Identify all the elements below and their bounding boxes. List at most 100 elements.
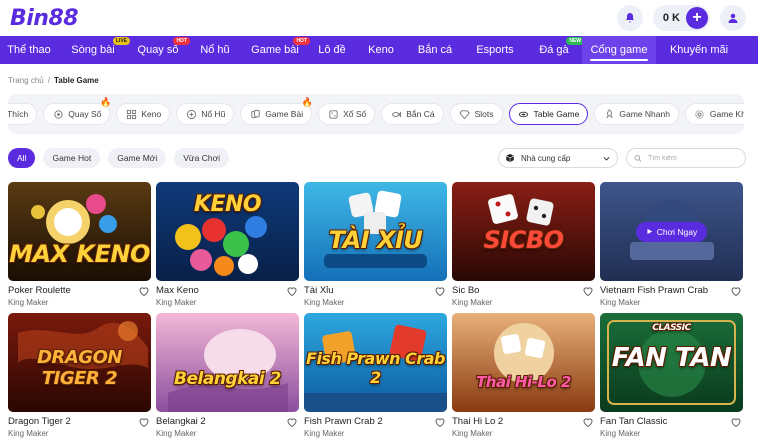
category-label: Xổ Số	[343, 109, 367, 119]
game-name: Dragon Tiger 2	[8, 416, 71, 427]
favorite-heart-icon[interactable]	[286, 415, 298, 428]
game-thumbnail[interactable]: SICBO	[452, 182, 595, 281]
game-card[interactable]: MAX KENO Poker Roulette King Maker	[8, 182, 151, 310]
filter-chip-0[interactable]: All	[8, 148, 36, 168]
keno-grid-icon	[125, 108, 137, 120]
filter-chip-1[interactable]: Game Hot	[43, 148, 101, 168]
game-thumbnail[interactable]: MAX KENO	[8, 182, 151, 281]
filter-chip-2[interactable]: Game Mới	[108, 148, 167, 168]
filter-chip-3[interactable]: Vừa Chơi	[174, 148, 230, 168]
nav-item-1[interactable]: Sòng bài LIVE	[58, 36, 130, 64]
search-input[interactable]	[648, 154, 738, 162]
diamond-icon	[459, 108, 471, 120]
fire-icon: 🔥	[301, 97, 314, 107]
game-provider: King Maker	[452, 429, 493, 438]
game-card[interactable]: Thai Hi-Lo 2 Thai Hi Lo 2 King Maker	[452, 313, 595, 441]
category-8[interactable]: Table Game	[508, 103, 589, 125]
game-card[interactable]: FAN TAN CLASSIC Fan Tan Classic King Maker	[600, 313, 743, 441]
filter-chips: All Game Hot Game Mới Vừa Chơi	[8, 148, 230, 168]
game-name: Thai Hi Lo 2	[452, 416, 504, 427]
category-label: Bắn Cá	[406, 109, 435, 119]
category-10[interactable]: Game Khác	[684, 103, 744, 125]
category-7[interactable]: Slots	[449, 103, 503, 125]
favorite-heart-icon[interactable]	[730, 284, 742, 297]
nav-item-label: Nổ hũ	[200, 44, 230, 56]
game-name: Vietnam Fish Prawn Crab	[600, 285, 709, 296]
category-6[interactable]: Bắn Cá	[381, 103, 444, 125]
nav-item-6[interactable]: Keno	[356, 36, 406, 64]
play-now-button[interactable]: Chơi Ngay	[635, 221, 708, 242]
game-thumbnail[interactable]: Chơi Ngay	[600, 182, 743, 281]
game-art-title: Fish Prawn Crab 2	[306, 349, 445, 387]
nav-item-3[interactable]: Nổ hũ	[188, 36, 242, 64]
nav-item-5[interactable]: Lô đề	[308, 36, 356, 64]
provider-select[interactable]: Nhà cung cấp	[498, 148, 618, 168]
favorite-heart-icon[interactable]	[434, 415, 446, 428]
user-menu-button[interactable]	[720, 5, 746, 31]
game-thumbnail[interactable]: Belangkai 2	[156, 313, 299, 412]
category-1[interactable]: Quay Số 🔥	[43, 98, 111, 125]
game-card[interactable]: SICBO Sic Bo King Maker	[452, 182, 595, 310]
rocket-icon	[603, 108, 615, 120]
game-card[interactable]: DRAGON TIGER 2 Dragon Tiger 2 King Maker	[8, 313, 151, 441]
game-thumbnail[interactable]: Fish Prawn Crab 2	[304, 313, 447, 412]
deposit-button[interactable]: +	[686, 7, 708, 29]
game-name: Belangkai 2	[156, 416, 206, 427]
category-2[interactable]: Keno	[116, 103, 171, 125]
search-box[interactable]	[626, 148, 746, 168]
favorite-heart-icon[interactable]	[582, 284, 594, 297]
game-card[interactable]: TÀI XỈU Tài Xỉu King Maker	[304, 182, 447, 310]
game-art-title: Belangkai 2	[174, 369, 281, 389]
game-art-title: KENO	[193, 192, 262, 217]
nav-item-8[interactable]: Esports	[464, 36, 526, 64]
category-3[interactable]: Nổ Hũ	[176, 103, 235, 125]
chevron-down-icon	[603, 156, 610, 161]
nav-item-9[interactable]: Đá gà NEW	[526, 36, 584, 64]
favorite-heart-icon[interactable]	[582, 415, 594, 428]
game-art-title: TÀI XỈU	[328, 226, 423, 254]
category-0[interactable]: Thích	[8, 103, 38, 125]
category-5[interactable]: Xổ Số	[318, 103, 376, 125]
nav-item-2[interactable]: Quay số HOT	[128, 36, 190, 64]
nav-item-7[interactable]: Bắn cá	[406, 36, 464, 64]
balance-amount: 0 K	[662, 12, 680, 24]
logo-text: Bin88	[10, 5, 79, 31]
game-thumbnail[interactable]: FAN TAN CLASSIC	[600, 313, 743, 412]
category-9[interactable]: Game Nhanh	[594, 103, 679, 125]
game-thumbnail[interactable]: DRAGON TIGER 2	[8, 313, 151, 412]
game-card[interactable]: Chơi Ngay Vietnam Fish Prawn Crab King Mak…	[600, 182, 743, 310]
game-name: Sic Bo	[452, 285, 480, 296]
category-label: Nổ Hũ	[201, 109, 226, 119]
nav-item-label: Cổng game	[590, 44, 648, 56]
game-card[interactable]: Fish Prawn Crab 2 Fish Prawn Crab 2 King M…	[304, 313, 447, 441]
game-card[interactable]: KENO Max Keno King Maker	[156, 182, 299, 310]
site-logo[interactable]: Bin88	[10, 4, 79, 32]
nav-item-11[interactable]: Khuyến mãi	[656, 36, 742, 64]
fish-icon	[390, 108, 402, 120]
game-thumbnail[interactable]: TÀI XỈU	[304, 182, 447, 281]
game-provider: King Maker	[156, 298, 197, 307]
notification-button[interactable]	[616, 5, 643, 31]
game-thumbnail[interactable]: KENO	[156, 182, 299, 281]
breadcrumb-home[interactable]: Trang chủ	[8, 76, 44, 85]
favorite-heart-icon[interactable]	[138, 284, 150, 297]
game-art-title: DRAGON TIGER 2	[37, 347, 122, 389]
nav-item-4[interactable]: Game bài HOT	[242, 36, 310, 64]
game-provider: King Maker	[304, 429, 345, 438]
favorite-heart-icon[interactable]	[138, 415, 150, 428]
game-art-subtitle: CLASSIC	[652, 323, 691, 333]
nav-item-10[interactable]: Cổng game	[582, 36, 656, 64]
category-label: Game Nhanh	[619, 109, 670, 119]
game-grid: MAX KENO Poker Roulette King Maker KENO Max …	[8, 182, 746, 441]
category-4[interactable]: Game Bài 🔥	[240, 98, 313, 125]
favorite-heart-icon[interactable]	[286, 284, 298, 297]
game-art-title: FAN TAN	[611, 343, 732, 373]
game-thumbnail[interactable]: Thai Hi-Lo 2	[452, 313, 595, 412]
nav-item-0[interactable]: Thể thao	[0, 36, 58, 64]
nav-item-label: Khuyến mãi	[669, 44, 729, 56]
favorite-heart-icon[interactable]	[434, 284, 446, 297]
game-card[interactable]: Belangkai 2 Belangkai 2 King Maker	[156, 313, 299, 441]
favorite-heart-icon[interactable]	[730, 415, 742, 428]
breadcrumb: Trang chủ / Table Game	[8, 76, 99, 85]
bell-icon	[625, 13, 634, 23]
